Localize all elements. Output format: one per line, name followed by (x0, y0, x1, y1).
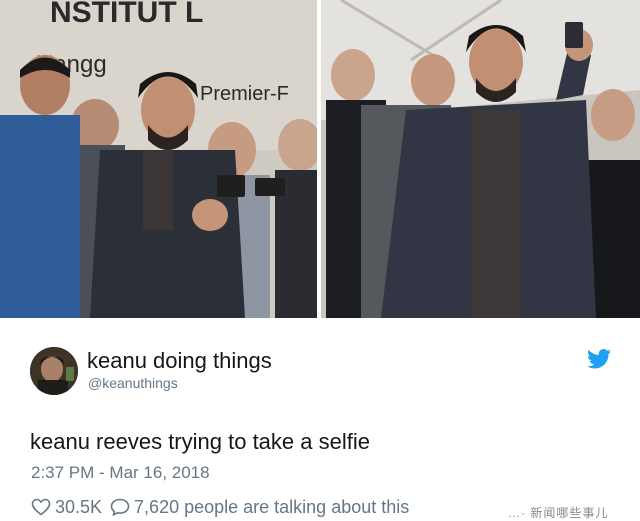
display-name[interactable]: keanu doing things (87, 348, 272, 374)
watermark: …· 新闻哪些事儿 (508, 506, 609, 520)
sign-line1: NSTITUT L (50, 0, 203, 29)
like-count[interactable]: 30.5K (55, 497, 102, 518)
photo-collage: NSTITUT L Hangg Premier-F (0, 0, 640, 320)
right-photo-scene (321, 0, 640, 318)
left-photo: NSTITUT L Hangg Premier-F (0, 0, 317, 318)
sign-line3: Premier-F (200, 83, 289, 105)
speech-bubble-icon[interactable] (110, 498, 130, 517)
talking-count[interactable]: 7,620 people are talking about this (134, 497, 409, 518)
avatar-image (30, 347, 78, 395)
right-photo (321, 0, 640, 318)
left-photo-scene: NSTITUT L Hangg Premier-F (0, 0, 317, 318)
twitter-bird-icon[interactable] (587, 349, 611, 369)
avatar[interactable] (30, 347, 78, 395)
tweet-stats: 30.5K 7,620 people are talking about thi… (31, 496, 409, 518)
tweet-timestamp[interactable]: 2:37 PM - Mar 16, 2018 (31, 463, 210, 483)
tweet-text: keanu reeves trying to take a selfie (30, 429, 370, 454)
heart-icon[interactable] (31, 498, 51, 516)
user-handle[interactable]: @keanuthings (88, 375, 178, 391)
